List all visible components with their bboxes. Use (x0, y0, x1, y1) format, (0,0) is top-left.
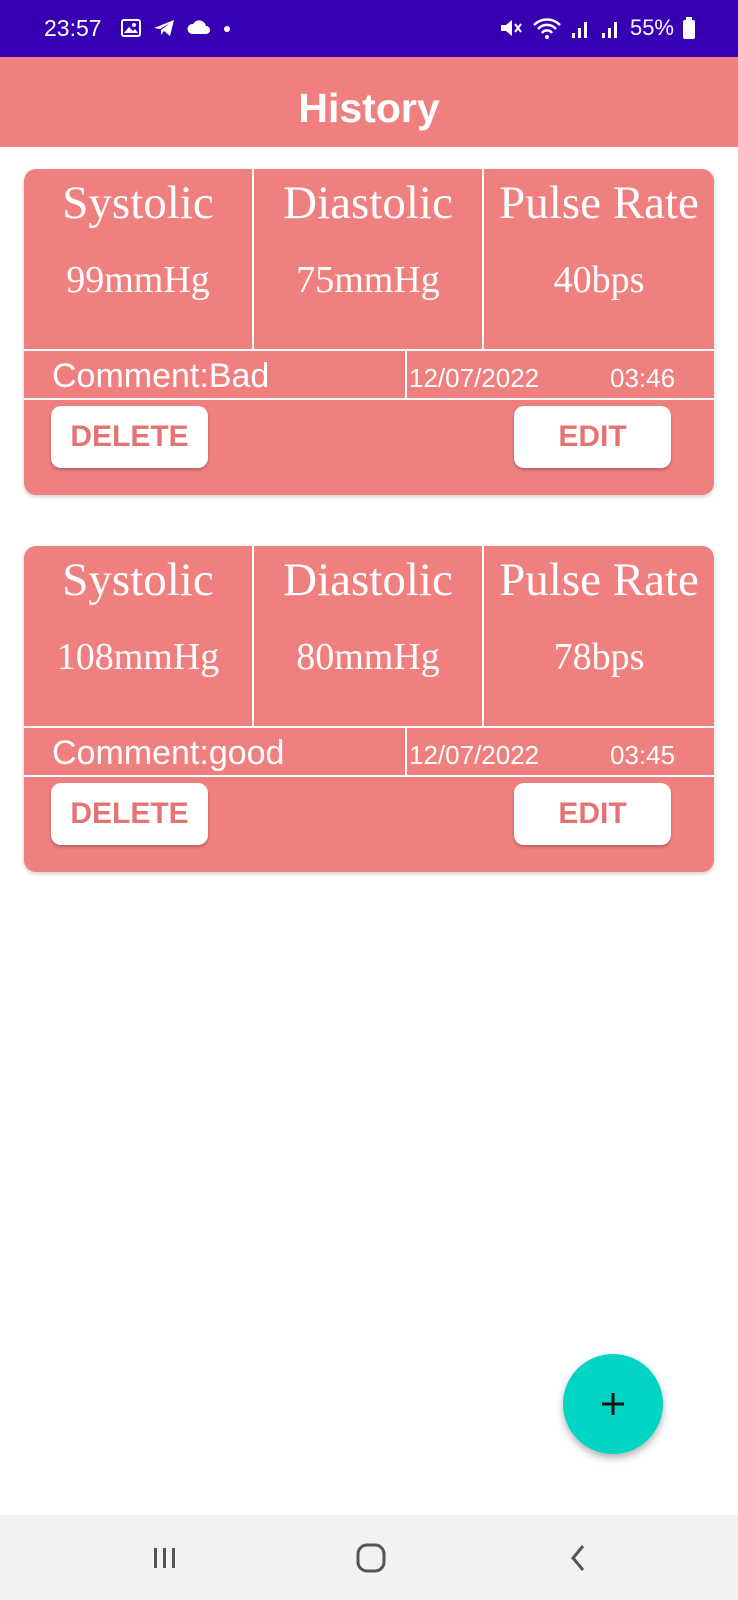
recent-apps-button[interactable] (135, 1533, 195, 1583)
systolic-cell: Systolic 99mmHg (24, 169, 252, 351)
mute-icon (500, 20, 522, 36)
app-bar: History (0, 57, 738, 147)
diastolic-value: 75mmHg (296, 259, 440, 301)
edit-button[interactable]: EDIT (514, 783, 671, 845)
delete-button[interactable]: DELETE (51, 783, 208, 845)
signal-icon (601, 22, 617, 38)
record-date: 12/07/2022 (409, 740, 540, 770)
back-icon (571, 1545, 585, 1571)
divider (405, 728, 407, 776)
status-time: 23:57 (44, 15, 102, 41)
page-title: History (298, 85, 440, 131)
pulse-value: 40bps (553, 259, 645, 301)
signal-icon (571, 22, 587, 38)
status-system-icons: 55% (498, 14, 696, 42)
wifi-icon (533, 18, 561, 39)
record-card: Systolic 99mmHg Diastolic 75mmHg Pulse R… (24, 169, 714, 495)
systolic-label: Systolic (62, 554, 214, 606)
edit-button[interactable]: EDIT (514, 406, 671, 468)
record-card: Systolic 108mmHg Diastolic 80mmHg Pulse … (24, 546, 714, 872)
comment-text: Comment:good (52, 734, 285, 772)
comment-text: Comment:Bad (52, 357, 270, 395)
pulse-cell: Pulse Rate 78bps (484, 546, 714, 728)
recent-apps-icon (154, 1548, 175, 1568)
pulse-label: Pulse Rate (499, 177, 699, 229)
systolic-value: 99mmHg (66, 259, 210, 301)
record-date: 12/07/2022 (409, 363, 540, 393)
systolic-value: 108mmHg (56, 636, 220, 678)
systolic-cell: Systolic 108mmHg (24, 546, 252, 728)
divider (24, 775, 714, 777)
status-bar: 23:57 55% (0, 0, 738, 57)
system-nav-bar (0, 1515, 738, 1600)
diastolic-cell: Diastolic 75mmHg (254, 169, 482, 351)
diastolic-label: Diastolic (283, 177, 453, 229)
diastolic-value: 80mmHg (296, 636, 440, 678)
diastolic-cell: Diastolic 80mmHg (254, 546, 482, 728)
diastolic-label: Diastolic (283, 554, 453, 606)
home-button[interactable] (341, 1533, 401, 1583)
battery-percent: 55% (629, 15, 674, 40)
divider (24, 398, 714, 400)
cloud-icon (187, 20, 210, 34)
record-time: 03:46 (610, 363, 676, 393)
plus-icon (602, 1393, 624, 1415)
delete-button[interactable]: DELETE (51, 406, 208, 468)
pulse-label: Pulse Rate (499, 554, 699, 606)
telegram-icon (154, 20, 174, 36)
add-record-button[interactable] (563, 1354, 663, 1454)
dot-icon (224, 26, 230, 32)
systolic-label: Systolic (62, 177, 214, 229)
divider (405, 351, 407, 399)
pulse-value: 78bps (553, 636, 645, 678)
battery-icon (683, 17, 695, 39)
pulse-cell: Pulse Rate 40bps (484, 169, 714, 351)
home-icon (356, 1543, 386, 1573)
status-notification-icons (120, 14, 232, 42)
record-time: 03:45 (610, 740, 676, 770)
image-icon (121, 19, 141, 37)
back-button[interactable] (548, 1533, 608, 1583)
